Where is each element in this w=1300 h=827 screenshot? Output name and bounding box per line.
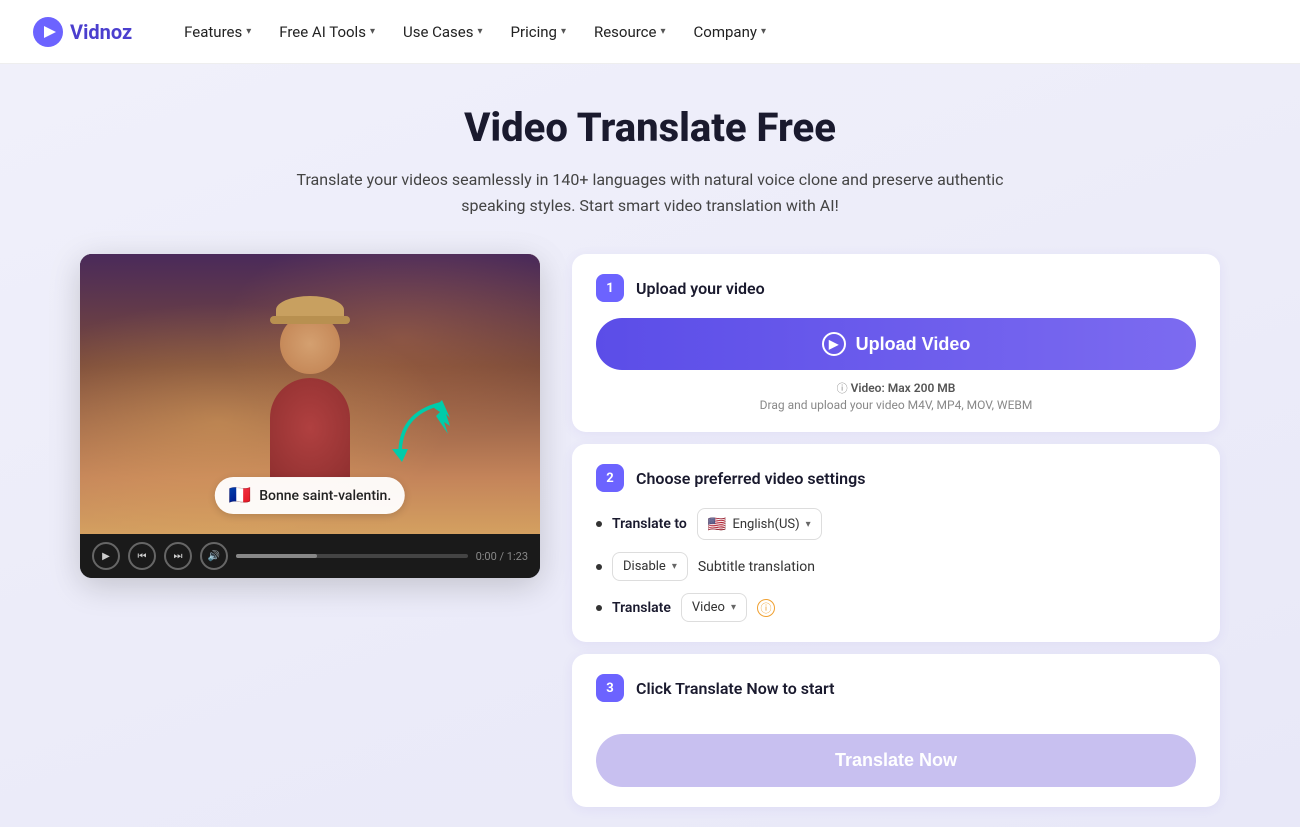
navbar: Vidnoz Features ▾ Free AI Tools ▾ Use Ca… [0,0,1300,64]
nav-item-free-ai-tools[interactable]: Free AI Tools ▾ [267,15,387,49]
nav-item-company[interactable]: Company ▾ [682,15,778,49]
person-body [270,378,350,478]
step-1-title: Upload your video [636,279,765,298]
logo-icon [32,16,64,48]
translate-label: Translate [612,600,671,616]
progress-bar[interactable] [236,554,468,558]
time-display: 0:00 / 1:23 [476,550,528,563]
arrow-overlay [380,394,460,474]
video-player: 🇫🇷 Bonne saint-valentin. ▶ ⏮ ⏭ 🔊 0:00 / … [80,254,540,578]
language-flag: 🇺🇸 [708,515,727,533]
step-1-badge: 1 [596,274,624,302]
arrow-svg [380,394,460,474]
bullet-icon [596,605,602,611]
step-2-card: 2 Choose preferred video settings Transl… [572,444,1220,642]
translate-mode-label: Video [692,600,725,615]
chevron-icon: ▾ [660,26,665,37]
person-silhouette [250,314,370,494]
subtitle-text: Bonne saint-valentin. [259,488,391,504]
nav-item-resource[interactable]: Resource ▾ [582,15,678,49]
subtitle-translation-label: Subtitle translation [698,559,815,575]
person-head [280,314,340,374]
rewind-button[interactable]: ⏮ [128,542,156,570]
chevron-icon: ▾ [561,26,566,37]
bullet-icon [596,521,602,527]
translate-now-button[interactable]: Translate Now [596,734,1196,787]
upload-video-button[interactable]: ▶ Upload Video [596,318,1196,370]
step-3-card: 3 Click Translate Now to start Translate… [572,654,1220,807]
play-circle-icon: ▶ [822,332,846,356]
step-3-badge: 3 [596,674,624,702]
flag-icon: 🇫🇷 [229,485,251,506]
upload-btn-label: Upload Video [856,334,971,355]
step-2-title: Choose preferred video settings [636,469,865,488]
caret-icon: ▾ [731,602,736,613]
subtitle-row: Disable ▾ Subtitle translation [596,552,1196,581]
video-frame: 🇫🇷 Bonne saint-valentin. [80,254,540,534]
subtitle-select[interactable]: Disable ▾ [612,552,688,581]
drag-label: Drag and upload your video M4V, MP4, MOV… [596,398,1196,412]
chevron-icon: ▾ [761,26,766,37]
subtitle-bubble: 🇫🇷 Bonne saint-valentin. [215,477,405,514]
language-label: English(US) [732,517,799,532]
nav-item-features[interactable]: Features ▾ [172,15,263,49]
progress-fill [236,554,317,558]
caret-icon: ▾ [672,561,677,572]
translate-mode-row: Translate Video ▾ ⓘ [596,593,1196,622]
info-icon: ⓘ [837,382,848,395]
chevron-icon: ▾ [370,26,375,37]
hero-subtitle: Translate your videos seamlessly in 140+… [290,167,1010,218]
step-2-badge: 2 [596,464,624,492]
subtitle-select-label: Disable [623,559,666,574]
forward-button[interactable]: ⏭ [164,542,192,570]
chevron-icon: ▾ [478,26,483,37]
language-select[interactable]: 🇺🇸 English(US) ▾ [697,508,822,540]
translate-mode-select[interactable]: Video ▾ [681,593,747,622]
step-1-card: 1 Upload your video ▶ Upload Video ⓘ Vid… [572,254,1220,432]
logo-text: Vidnoz [70,20,132,44]
step-1-header: 1 Upload your video [596,274,1196,302]
hero-section: Video Translate Free Translate your vide… [0,64,1300,827]
video-controls: ▶ ⏮ ⏭ 🔊 0:00 / 1:23 [80,534,540,578]
upload-meta: ⓘ Video: Max 200 MB Drag and upload your… [596,380,1196,412]
nav-item-use-cases[interactable]: Use Cases ▾ [391,15,495,49]
translate-to-row: Translate to 🇺🇸 English(US) ▾ [596,508,1196,540]
logo[interactable]: Vidnoz [32,16,132,48]
right-panel: 1 Upload your video ▶ Upload Video ⓘ Vid… [572,254,1220,807]
nav-links: Features ▾ Free AI Tools ▾ Use Cases ▾ P… [172,15,778,49]
person-hat [276,296,344,324]
chevron-icon: ▾ [246,26,251,37]
play-button[interactable]: ▶ [92,542,120,570]
step-3-header: 3 Click Translate Now to start [596,674,1196,702]
content-row: 🇫🇷 Bonne saint-valentin. ▶ ⏮ ⏭ 🔊 0:00 / … [80,254,1220,827]
nav-item-pricing[interactable]: Pricing ▾ [499,15,578,49]
hero-title: Video Translate Free [80,104,1220,151]
step-2-header: 2 Choose preferred video settings [596,464,1196,492]
bullet-icon [596,564,602,570]
info-button[interactable]: ⓘ [757,599,775,617]
step-3-title: Click Translate Now to start [636,679,834,698]
caret-icon: ▾ [806,519,811,530]
translate-to-label: Translate to [612,516,687,532]
volume-button[interactable]: 🔊 [200,542,228,570]
